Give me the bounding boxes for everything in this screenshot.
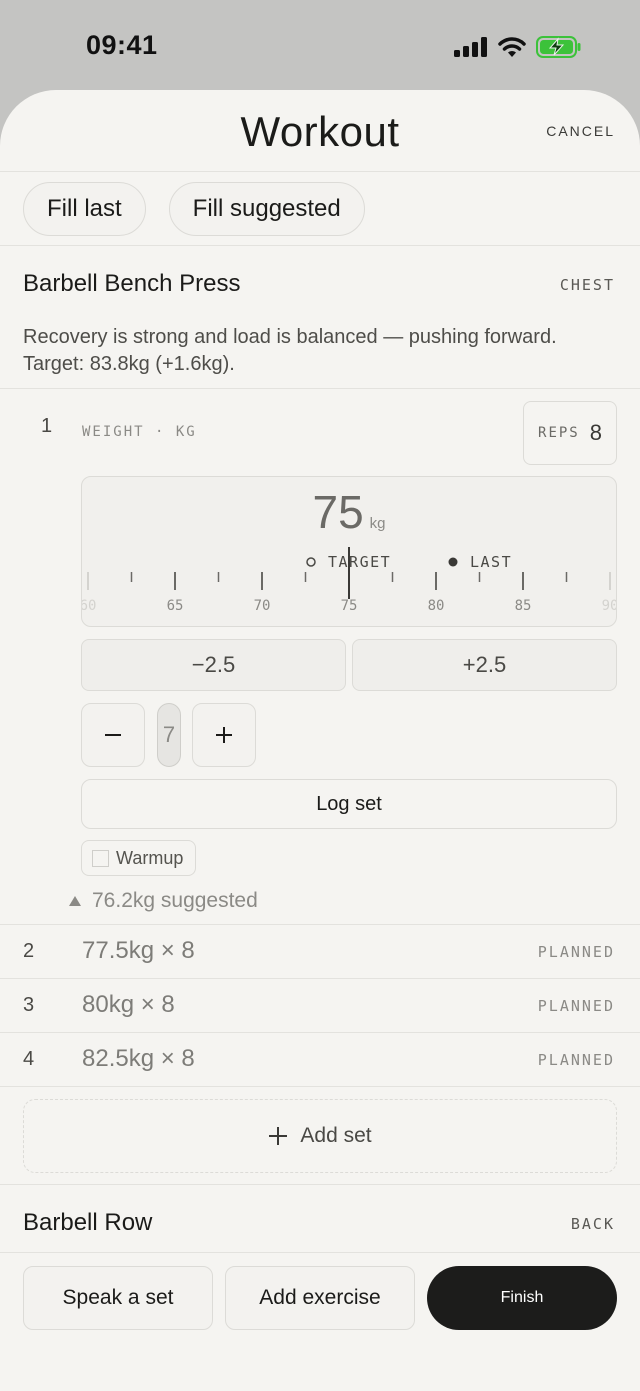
plus-icon	[269, 1127, 288, 1145]
warmup-label: Warmup	[116, 847, 184, 868]
planned-set-value: 82.5kg × 8	[82, 1045, 195, 1072]
weight-ruler[interactable]: 60 65 70 75 80 85 90 TARGET LAST	[82, 477, 617, 627]
planned-set-row[interactable]: 4 82.5kg × 8 PLANNED	[0, 1033, 640, 1087]
warmup-checkbox[interactable]	[92, 849, 109, 867]
planned-set-index: 4	[23, 1048, 35, 1070]
speak-set-button[interactable]: Speak a set	[23, 1266, 213, 1330]
reps-stepper-value[interactable]: 7	[157, 703, 181, 767]
ruler-tick-label: 60	[82, 598, 96, 614]
page-title: Workout	[240, 108, 400, 155]
fill-suggested-button[interactable]: Fill suggested	[168, 181, 365, 236]
reps-label: REPS	[538, 425, 580, 441]
suggested-text: 76.2kg suggested	[92, 889, 258, 912]
increment-weight-button[interactable]: +2.5	[352, 639, 617, 691]
bottom-action-bar: Speak a set Add exercise Finish	[0, 1265, 640, 1391]
ruler-tick-label: 80	[428, 598, 445, 614]
advice-text: Recovery is strong and load is balanced …	[0, 312, 640, 389]
ruler-tick-label: 85	[515, 598, 532, 614]
legend-target: TARGET	[306, 553, 391, 571]
ruler-tick-label: 75	[341, 598, 358, 614]
log-set-button[interactable]: Log set	[81, 779, 617, 829]
add-set-section: Add set	[0, 1087, 640, 1185]
next-exercise-name: Barbell Row	[23, 1209, 153, 1236]
planned-set-row[interactable]: 3 80kg × 8 PLANNED	[0, 979, 640, 1033]
reps-selector[interactable]: REPS 8	[523, 401, 617, 465]
triangle-up-icon	[69, 896, 81, 906]
fill-last-button[interactable]: Fill last	[23, 181, 146, 236]
set-index: 1	[41, 415, 53, 437]
reps-increment-button[interactable]	[192, 703, 256, 767]
decrement-weight-button[interactable]: −2.5	[81, 639, 346, 691]
status-time: 09:41	[86, 30, 158, 60]
warmup-toggle[interactable]: Warmup	[81, 840, 197, 876]
planned-set-value: 80kg × 8	[82, 991, 175, 1018]
add-set-button[interactable]: Add set	[23, 1099, 617, 1173]
muscle-tag: CHEST	[559, 276, 615, 294]
legend-last-label: LAST	[470, 553, 512, 571]
fill-actions: Fill last Fill suggested	[0, 172, 640, 246]
next-muscle-tag: BACK	[570, 1215, 615, 1233]
planned-set-row[interactable]: 2 77.5kg × 8 PLANNED	[0, 925, 640, 979]
cancel-button[interactable]: CANCEL	[546, 123, 615, 139]
suggested-weight: 76.2kg suggested	[69, 889, 258, 913]
planned-set-status: PLANNED	[537, 943, 615, 961]
target-marker-icon	[306, 557, 316, 567]
planned-set-value: 77.5kg × 8	[82, 937, 195, 964]
battery-charging-icon	[536, 36, 581, 58]
add-set-label: Add set	[300, 1124, 372, 1147]
ruler-tick-label: 70	[254, 598, 271, 614]
legend-last: LAST	[448, 553, 512, 571]
wifi-icon	[498, 36, 526, 57]
signal-icon	[454, 37, 487, 57]
exercise-name[interactable]: Barbell Bench Press	[23, 270, 240, 298]
status-bar: 09:41	[0, 0, 640, 92]
plus-icon	[216, 727, 232, 743]
reps-value: 8	[589, 420, 602, 445]
status-icons	[454, 36, 582, 58]
weight-label: WEIGHT · KG	[82, 424, 197, 440]
finish-button[interactable]: Finish	[427, 1266, 617, 1330]
exercise-header: Barbell Bench Press CHEST	[0, 246, 640, 312]
ruler-tick-label: 90	[602, 598, 617, 614]
add-exercise-button[interactable]: Add exercise	[225, 1266, 415, 1330]
minus-icon	[105, 734, 121, 736]
planned-set-index: 3	[23, 994, 35, 1016]
legend-target-label: TARGET	[328, 553, 391, 571]
workout-sheet: Workout CANCEL Fill last Fill suggested …	[0, 90, 640, 1391]
planned-set-status: PLANNED	[537, 1051, 615, 1069]
weight-scale[interactable]: 75kg 60657075808590 TARGET LAST	[81, 476, 617, 627]
next-exercise-header[interactable]: Barbell Row BACK	[0, 1185, 640, 1253]
reps-decrement-button[interactable]	[81, 703, 145, 767]
active-set: 1 WEIGHT · KG REPS 8 75kg 60657075808590…	[0, 389, 640, 925]
sheet-header: Workout CANCEL	[0, 90, 640, 172]
planned-set-status: PLANNED	[537, 997, 615, 1015]
last-marker-icon	[448, 557, 458, 567]
planned-set-index: 2	[23, 940, 35, 962]
ruler-tick-label: 65	[167, 598, 184, 614]
